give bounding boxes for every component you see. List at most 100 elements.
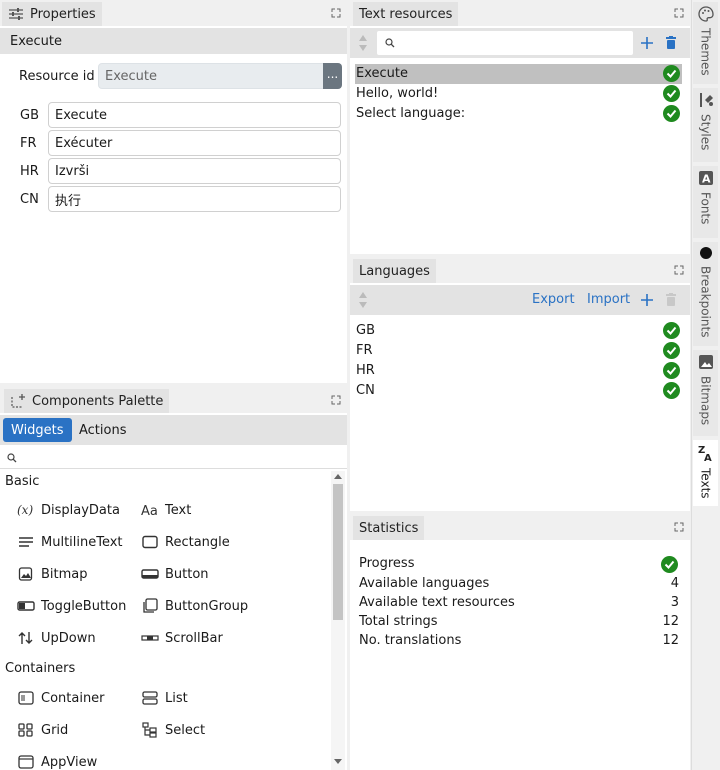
circle-icon [699,247,712,259]
component-toggle-button[interactable]: ToggleButton [17,598,126,614]
translation-field[interactable]: Exécuter [48,130,341,156]
maximize-icon[interactable] [331,8,341,18]
properties-section-header: Execute [0,28,347,54]
maximize-icon[interactable] [674,522,684,532]
import-button[interactable]: Import [587,292,630,307]
check-icon [663,85,680,102]
tab-label: Components Palette [32,393,164,409]
container-icon [17,690,35,706]
check-icon [663,105,680,122]
language-item[interactable]: HR [355,361,682,381]
translation-lang: GB [20,108,39,123]
statistics-panel: Statistics Progress Available languages … [350,514,690,770]
resource-id-browse-button[interactable]: ... [323,63,342,89]
text-resource-item[interactable]: Execute [355,64,682,84]
delete-icon[interactable] [666,293,676,306]
palette-scrollbar[interactable] [331,471,345,770]
side-tab-bitmaps[interactable]: Bitmaps [693,350,718,436]
add-icon[interactable] [641,37,653,49]
component-select[interactable]: Select [141,722,205,738]
maximize-icon[interactable] [674,8,684,18]
check-icon [663,322,680,339]
scrollbar-icon [141,630,159,646]
toggle-button-icon [17,598,35,614]
component-button[interactable]: Button [141,566,209,582]
tab-components-palette[interactable]: Components Palette [4,389,170,413]
component-up-down[interactable]: UpDown [17,630,96,646]
tab-actions[interactable]: Actions [72,418,134,442]
group-header: Basic [5,474,40,489]
button-group-icon [141,598,159,614]
language-item[interactable]: GB [355,321,682,341]
component-scrollbar[interactable]: ScrollBar [141,630,223,646]
languages-panel: Languages Export Import GB FR HR CN [350,257,690,511]
section-title: Execute [10,34,62,49]
font-icon: A [698,171,713,186]
scroll-up-arrow[interactable] [334,474,342,479]
component-rectangle[interactable]: Rectangle [141,534,230,550]
sort-icon[interactable] [358,34,368,52]
component-container[interactable]: Container [17,690,105,706]
image-icon [698,355,713,369]
up-down-icon [17,630,35,646]
maximize-icon[interactable] [674,265,684,275]
text-resources-toolbar [350,28,690,58]
add-component-icon [11,394,25,408]
translation-lang: HR [20,164,39,179]
tab-text-resources[interactable]: Text resources [353,2,459,26]
component-multiline-text[interactable]: MultilineText [17,534,123,550]
check-icon [663,362,680,379]
component-text[interactable]: Aa Text [141,502,191,518]
tab-statistics[interactable]: Statistics [353,516,425,540]
palette-tabbar: Components Palette [0,387,347,413]
stat-label: Progress [359,556,415,571]
scroll-down-arrow[interactable] [334,759,342,764]
translation-field[interactable]: 执行 [48,186,341,212]
palette-search-input[interactable] [0,447,347,469]
text-resource-item[interactable]: Hello, world! [355,84,682,104]
stat-value: 12 [662,614,679,629]
resource-id-value: Execute [105,68,157,84]
group-header: Containers [5,661,76,676]
scroll-thumb[interactable] [333,484,343,620]
stat-label: Available languages [359,576,490,591]
component-button-group[interactable]: ButtonGroup [141,598,248,614]
component-display-data[interactable]: (x) DisplayData [17,502,120,518]
translation-field[interactable]: Izvrši [48,158,341,184]
export-button[interactable]: Export [532,292,575,307]
multiline-text-icon [17,534,35,550]
language-item[interactable]: FR [355,341,682,361]
side-tab-breakpoints[interactable]: Breakpoints [693,242,718,346]
statistics-tabbar: Statistics [350,514,690,540]
stat-value: 4 [670,576,679,591]
component-bitmap[interactable]: Bitmap [17,566,88,582]
side-tab-themes[interactable]: Themes [693,2,718,84]
tab-label: Languages [359,263,430,279]
side-tab-texts[interactable]: ZA Texts [693,440,718,506]
tab-label: Properties [30,6,96,22]
tab-widgets[interactable]: Widgets [3,418,72,442]
tab-label: Text resources [359,6,453,22]
resource-id-field[interactable]: Execute [98,63,324,89]
tab-properties[interactable]: Properties [2,2,102,26]
stat-label: No. translations [359,633,462,648]
maximize-icon[interactable] [331,395,341,405]
language-item[interactable]: CN [355,381,682,401]
translation-lang: CN [20,192,39,207]
side-tab-fonts[interactable]: A Fonts [693,166,718,238]
add-icon[interactable] [641,294,653,306]
side-tab-styles[interactable]: Styles [693,88,718,162]
tab-languages[interactable]: Languages [353,259,436,283]
component-app-view[interactable]: AppView [17,754,97,770]
button-icon [141,566,159,582]
component-grid[interactable]: Grid [17,722,68,738]
text-resource-item[interactable]: Select language: [355,104,682,124]
sort-icon[interactable] [358,291,368,309]
translation-field[interactable]: Execute [48,102,341,128]
select-icon [141,722,159,738]
delete-icon[interactable] [666,36,676,49]
stat-value: 3 [670,595,679,610]
component-list[interactable]: List [141,690,188,706]
text-resources-search-input[interactable] [377,31,633,55]
check-icon [663,382,680,399]
